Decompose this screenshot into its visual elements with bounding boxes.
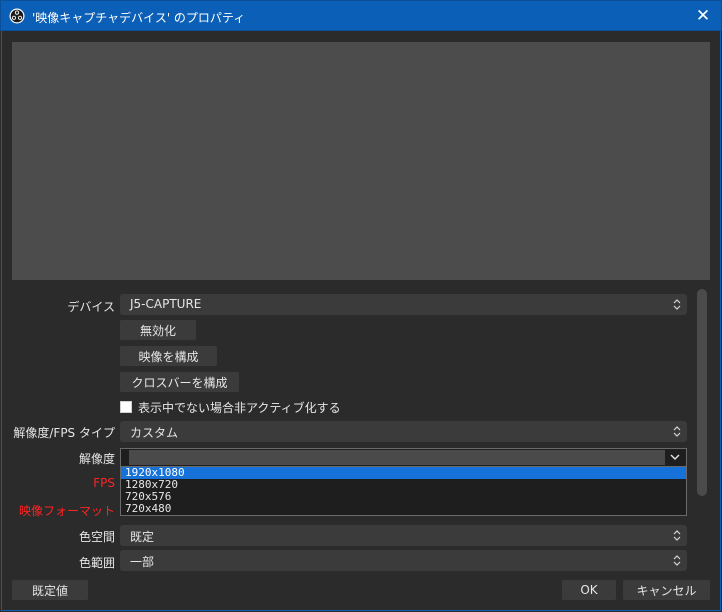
configure-video-button[interactable]: 映像を構成 <box>120 346 217 366</box>
resolution-option[interactable]: 1920x1080 <box>121 467 686 479</box>
window-title: '映像キャプチャデバイス' のプロパティ <box>32 11 246 25</box>
color-space-value: 既定 <box>130 530 155 544</box>
defaults-button[interactable]: 既定値 <box>12 580 88 600</box>
color-range-label: 色範囲 <box>78 556 115 570</box>
updown-arrows-icon <box>673 299 681 310</box>
title-bar: '映像キャプチャデバイス' のプロパティ ✕ <box>0 0 722 31</box>
deactivate-when-hidden-checkbox[interactable] <box>120 401 132 413</box>
resolution-dropdown-list: 1920x1080 1280x720 720x576 720x480 <box>120 466 687 516</box>
res-fps-type-label: 解像度/FPS タイプ <box>13 426 115 440</box>
video-format-label: 映像フォーマット <box>18 504 115 518</box>
obs-icon <box>9 8 25 24</box>
resolution-input[interactable] <box>129 450 665 465</box>
close-icon: ✕ <box>695 6 711 26</box>
updown-arrows-icon <box>673 426 681 437</box>
resolution-combobox[interactable] <box>120 448 687 467</box>
color-range-value: 一部 <box>130 555 155 569</box>
deactivate-when-hidden-label: 表示中でない場合非アクティブ化する <box>138 400 341 415</box>
color-space-select[interactable]: 既定 <box>120 525 687 546</box>
cancel-button[interactable]: キャンセル <box>623 580 710 600</box>
updown-arrows-icon <box>673 530 681 541</box>
device-value: J5-CAPTURE <box>130 297 202 311</box>
properties-scrollbar[interactable] <box>697 289 707 496</box>
resolution-label: 解像度 <box>78 452 115 466</box>
color-space-label: 色空間 <box>78 530 115 544</box>
close-button[interactable]: ✕ <box>685 1 721 31</box>
deactivate-button[interactable]: 無効化 <box>120 320 196 340</box>
chevron-down-icon[interactable] <box>668 450 682 464</box>
resolution-option[interactable]: 1280x720 <box>121 479 686 491</box>
ok-button[interactable]: OK <box>562 580 616 600</box>
resolution-option[interactable]: 720x576 <box>121 491 686 503</box>
updown-arrows-icon <box>673 555 681 566</box>
res-fps-type-select[interactable]: カスタム <box>120 421 687 442</box>
color-range-select[interactable]: 一部 <box>120 550 687 571</box>
video-preview <box>12 42 710 280</box>
resolution-option[interactable]: 720x480 <box>121 503 686 515</box>
deactivate-when-hidden-row[interactable]: 表示中でない場合非アクティブ化する <box>120 399 341 415</box>
device-label: デバイス <box>67 300 115 314</box>
device-select[interactable]: J5-CAPTURE <box>120 294 687 315</box>
fps-label: FPS <box>93 476 115 490</box>
configure-crossbar-button[interactable]: クロスバーを構成 <box>120 372 239 392</box>
res-fps-type-value: カスタム <box>130 426 179 440</box>
